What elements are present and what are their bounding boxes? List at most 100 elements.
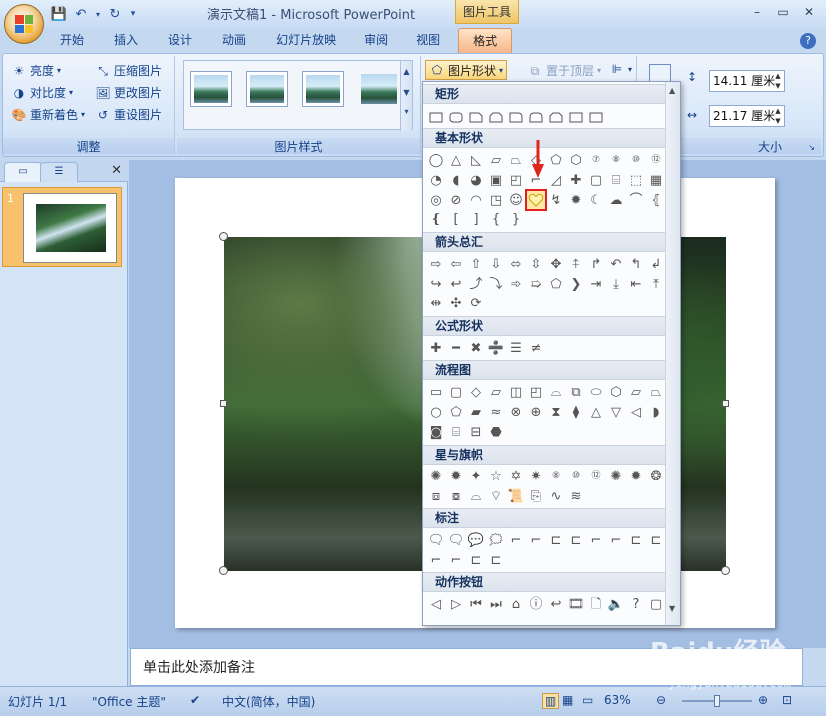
contrast-button[interactable]: ◑ 对比度 ▾ [11,84,73,101]
shape-flow-preparation[interactable]: ⬡ [607,383,625,401]
shape-cloud-callout[interactable]: 🗯 [487,531,505,549]
tab-format[interactable]: 格式 [458,28,513,54]
gallery-scrollbar[interactable]: ▲ ▼ ▾ [400,61,412,131]
zoom-out-icon[interactable]: ⊖ [656,693,666,707]
shape-trapezoid[interactable]: ⏢ [507,151,525,169]
shape-flow-seq-access[interactable]: ◙ [427,423,445,441]
shape-striped-right-arrow[interactable]: ➾ [507,275,525,293]
resize-handle-br[interactable] [721,566,730,575]
shape-flow-or[interactable]: ⊕ [527,403,545,421]
shape-double-bracket[interactable]: ⦃ [647,191,665,209]
shape-donut[interactable]: ◎ [427,191,445,209]
shape-up-down-arrow[interactable]: ⇳ [527,255,545,273]
shape-flow-multidoc[interactable]: ⧉ [567,383,585,401]
tab-view[interactable]: 视图 [400,28,452,54]
shape-chord[interactable]: ◖ [447,171,465,189]
shape-star8[interactable]: ⑧ [547,467,565,485]
tab-outline-icon[interactable]: ☰ [40,162,78,182]
shape-explosion2[interactable]: ✹ [447,467,465,485]
shape-flow-decision[interactable]: ◇ [467,383,485,401]
spellcheck-icon[interactable]: ✔ [190,693,200,707]
shape-cube[interactable]: ⬚ [627,171,645,189]
picture-shape-button[interactable]: ⬠ 图片形状 ▾ [425,60,508,80]
close-button[interactable]: ✕ [796,2,822,22]
shape-left-up-arrow[interactable]: ↰ [627,255,645,273]
resize-handle-ml[interactable] [220,400,227,407]
shape-arc[interactable]: ⌒ [627,191,645,209]
shape-moon[interactable]: ☾ [587,191,605,209]
action-info-icon[interactable]: ⓘ [527,595,545,613]
zoom-level[interactable]: 63% [604,693,631,707]
gallery-down-icon[interactable]: ▼ [401,88,412,97]
shape-equal[interactable]: ☰ [507,339,525,357]
shape-curved-ribbon-down[interactable]: ⌔ [487,487,505,505]
tab-slideshow[interactable]: 幻灯片放映 [258,28,348,54]
shape-wave[interactable]: ∿ [547,487,565,505]
style-thumb-2[interactable] [246,71,288,107]
shape-pentagon-arrow[interactable]: ⬠ [547,275,565,293]
shape-star16[interactable]: ✺ [607,467,625,485]
shape-heart[interactable] [525,189,547,211]
shape-quad-arrow[interactable]: ✥ [547,255,565,273]
shape-curved-ribbon-up[interactable]: ⌓ [467,487,485,505]
shape-right-brace[interactable]: } [507,210,525,228]
style-thumb-4[interactable] [358,71,400,107]
shape-explosion1[interactable]: ✺ [427,467,445,485]
shape-hexagon[interactable]: ⬡ [567,151,585,169]
shape-decagon[interactable]: ⑩ [627,151,645,169]
shape-left-arrow-callout[interactable]: ⇤ [627,275,645,293]
crop-icon[interactable] [649,64,671,82]
shape-border-callout2[interactable]: ⌐ [447,551,465,569]
shape-flow-magnetic-disk[interactable]: ⌸ [447,423,465,441]
shape-line-callout3[interactable]: ⊏ [547,531,565,549]
shape-flow-display[interactable]: ⬣ [487,423,505,441]
shape-flow-data[interactable]: ▱ [487,383,505,401]
recolor-button[interactable]: 🎨 重新着色 ▾ [11,106,86,123]
shape-star5[interactable]: ☆ [487,467,505,485]
shape-flow-manual-input[interactable]: ⏥ [627,383,645,401]
shape-curved-right-arrow[interactable]: ↪ [427,275,445,293]
shape-accent-callout3[interactable]: ⊏ [627,531,645,549]
shape-flow-alternate[interactable]: ▢ [447,383,465,401]
shape-flow-junction[interactable]: ⊗ [507,403,525,421]
shape-rect-b[interactable] [567,108,585,126]
save-icon[interactable]: 💾 [50,5,68,23]
zoom-slider-knob[interactable] [714,695,720,707]
shape-chevron[interactable]: ❯ [567,275,585,293]
shape-quad-arrow-callout[interactable]: ✣ [447,294,465,312]
shape-ribbon-down[interactable]: ⧇ [447,487,465,505]
shape-line-callout4[interactable]: ⊏ [567,531,585,549]
shape-left-bracket[interactable]: [ [447,210,465,228]
shape-left-right-up-arrow[interactable]: ⍏ [567,255,585,273]
shape-left-arrow[interactable]: ⇦ [447,255,465,273]
dropdown-scrollbar[interactable]: ▲ ▼ [665,82,680,625]
shape-left-right-arrow[interactable]: ⬄ [507,255,525,273]
shape-notched-right-arrow[interactable]: ➯ [527,275,545,293]
shape-star10[interactable]: ⑩ [567,467,585,485]
shape-snip2-rect[interactable] [487,108,505,126]
undo-dropdown-icon[interactable]: ▾ [94,5,102,23]
redo-icon[interactable]: ↻ [106,5,124,23]
help-icon[interactable]: ? [800,33,816,49]
shape-star4[interactable]: ✦ [467,467,485,485]
shape-flow-stored-data[interactable]: ◁ [627,403,645,421]
maximize-button[interactable]: ▭ [770,2,796,22]
undo-icon[interactable]: ↶ [72,5,90,23]
office-button[interactable] [4,4,44,44]
compress-pictures-button[interactable]: ⤡ 压缩图片 [95,62,162,79]
shape-bevel[interactable]: ▦ [647,171,665,189]
shape-curved-up-arrow[interactable]: ⤴ [467,275,485,293]
shape-right-triangle[interactable]: ◺ [467,151,485,169]
shape-frame[interactable]: ▣ [487,171,505,189]
shape-circular-arrow[interactable]: ⟳ [467,294,485,312]
shape-star32[interactable]: ❂ [647,467,665,485]
size-dialog-launcher-icon[interactable]: ↘ [808,143,815,152]
align-button[interactable]: ⊫ ▾ [609,62,632,76]
shape-teardrop[interactable]: ◕ [467,171,485,189]
shape-down-arrow-callout[interactable]: ⤓ [607,275,625,293]
shape-can[interactable]: ⌸ [607,171,625,189]
shape-block-arc[interactable]: ◠ [467,191,485,209]
shape-up-arrow-callout[interactable]: ⤒ [647,275,665,293]
style-thumb-1[interactable] [190,71,232,107]
shape-vertical-scroll[interactable]: 📜 [507,487,525,505]
